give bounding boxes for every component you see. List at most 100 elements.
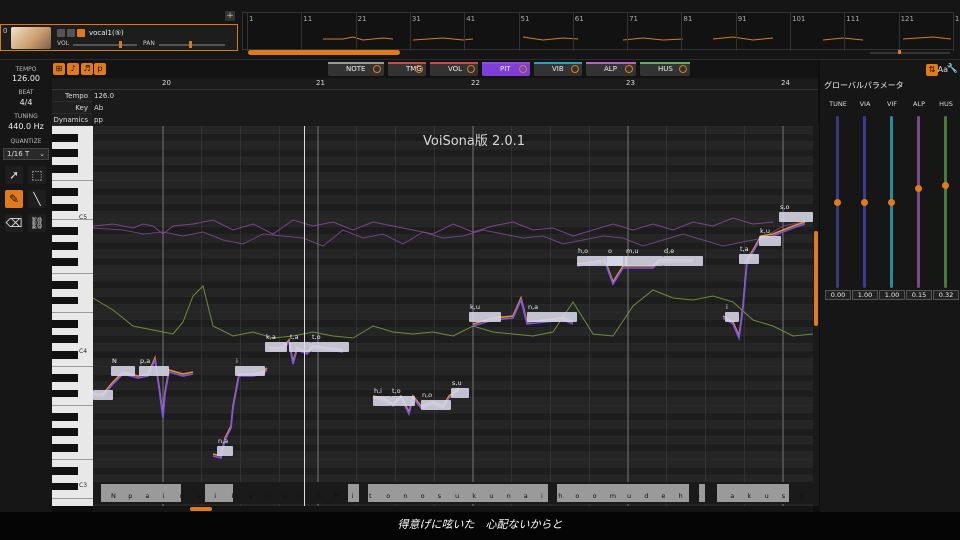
eye-icon[interactable]	[625, 65, 633, 73]
mode-tab-note[interactable]: NOTE	[328, 62, 384, 76]
global-param-value[interactable]: 0.15	[906, 290, 932, 300]
param-row-dynamics-value[interactable]: pp	[94, 114, 103, 126]
mode-tab-vol[interactable]: VOL	[430, 62, 478, 76]
arrangement-overview[interactable]: 111213141516171819110111112113	[242, 12, 960, 51]
volume-slider[interactable]	[73, 44, 137, 46]
black-key[interactable]	[52, 389, 78, 398]
quantize-select[interactable]: 1/16 T ⌄	[3, 148, 49, 160]
black-key[interactable]	[52, 149, 78, 157]
beat-value[interactable]: 4/4	[0, 98, 52, 107]
black-key[interactable]	[52, 296, 78, 305]
pan-knob[interactable]	[189, 41, 192, 48]
black-key[interactable]	[52, 428, 78, 437]
note-block[interactable]	[111, 366, 135, 376]
global-param-value[interactable]: 0.00	[825, 290, 851, 300]
mode-tab-pit[interactable]: PIT	[482, 62, 530, 76]
note-block[interactable]	[469, 312, 501, 322]
global-param-slider[interactable]	[944, 116, 947, 288]
vertical-scrollbar[interactable]	[813, 126, 819, 506]
note-block[interactable]	[451, 388, 469, 398]
black-key[interactable]	[52, 226, 78, 235]
mode-tab-vib[interactable]: VIB	[534, 62, 582, 76]
note-block[interactable]	[725, 312, 739, 322]
black-key[interactable]	[52, 374, 78, 382]
note-block[interactable]	[217, 446, 233, 456]
solo-button[interactable]	[67, 29, 75, 37]
overview-zoom-slider[interactable]	[870, 50, 950, 54]
note-block[interactable]	[527, 312, 577, 322]
global-param-knob[interactable]	[861, 199, 868, 206]
tempo-value[interactable]: 126.00	[0, 74, 52, 83]
note-block[interactable]	[311, 342, 349, 352]
note-block[interactable]	[739, 254, 759, 264]
black-key[interactable]	[52, 412, 78, 421]
eye-icon[interactable]	[467, 65, 475, 73]
piano-keyboard[interactable]: C5 C4 C3	[52, 126, 93, 506]
record-button[interactable]	[77, 29, 85, 37]
eye-icon[interactable]	[571, 65, 579, 73]
global-param-value[interactable]: 1.00	[852, 290, 878, 300]
eraser-tool-icon[interactable]: ⌫	[5, 214, 23, 232]
black-key[interactable]	[52, 350, 78, 359]
black-key[interactable]	[52, 133, 78, 142]
param-row-key-value[interactable]: Ab	[94, 102, 103, 114]
mute-button[interactable]	[57, 29, 65, 37]
note-block[interactable]	[139, 366, 169, 376]
eye-icon[interactable]	[519, 65, 527, 73]
range-select-icon[interactable]: ⬚	[28, 166, 46, 184]
global-param-value[interactable]: 0.32	[933, 290, 959, 300]
mode-tab-tmg[interactable]: TMG	[388, 62, 426, 76]
snap-toggle-icon[interactable]: ⊞	[53, 63, 65, 75]
note-block[interactable]	[235, 366, 265, 376]
bar-ruler[interactable]: 20 21 22 23 24	[52, 78, 818, 90]
global-param-value[interactable]: 1.00	[879, 290, 905, 300]
track-header[interactable]: 0 vocal1(⑤) VOL PAN	[0, 24, 238, 51]
black-key[interactable]	[52, 482, 78, 491]
black-key[interactable]	[52, 203, 78, 212]
note-block[interactable]	[779, 212, 813, 222]
tuning-value[interactable]: 440.0 Hz	[0, 122, 52, 131]
eye-icon[interactable]	[679, 65, 687, 73]
global-param-knob[interactable]	[942, 181, 949, 189]
line-tool-icon[interactable]: ╲	[28, 190, 46, 208]
note-block[interactable]	[625, 256, 663, 266]
black-key[interactable]	[52, 467, 78, 475]
black-key[interactable]	[52, 257, 78, 266]
param-row-tempo-value[interactable]: 126.0	[94, 90, 114, 102]
note-block[interactable]	[289, 342, 311, 352]
vertical-scroll-thumb[interactable]	[814, 231, 818, 326]
volume-knob[interactable]	[119, 41, 122, 48]
global-param-slider[interactable]	[917, 116, 920, 288]
overview-scrollbar[interactable]	[248, 50, 400, 55]
mode-tab-alp[interactable]: ALP	[586, 62, 636, 76]
global-param-knob[interactable]	[834, 199, 841, 206]
eye-icon[interactable]	[373, 65, 381, 73]
add-track-button[interactable]: +	[225, 11, 235, 21]
black-key[interactable]	[52, 188, 78, 196]
black-key[interactable]	[52, 319, 78, 328]
note-block[interactable]	[93, 390, 113, 400]
follow-toggle-icon[interactable]: ♪	[67, 63, 79, 75]
black-key[interactable]	[52, 443, 78, 452]
note-block[interactable]	[265, 342, 287, 352]
global-param-knob[interactable]	[915, 185, 922, 193]
note-block[interactable]	[663, 256, 703, 266]
playhead[interactable]	[304, 126, 305, 506]
note-block[interactable]	[421, 400, 451, 410]
pan-slider[interactable]	[159, 44, 225, 46]
link-tool-icon[interactable]: ⛓	[28, 214, 46, 232]
black-key[interactable]	[52, 164, 78, 173]
select-arrow-icon[interactable]: ➚	[5, 166, 23, 184]
phoneme-toggle-icon[interactable]: p	[94, 63, 106, 75]
pencil-tool-icon[interactable]: ✎	[5, 190, 23, 208]
eye-icon[interactable]	[415, 65, 423, 73]
mode-tab-hus[interactable]: HUS	[640, 62, 690, 76]
global-param-knob[interactable]	[888, 199, 895, 206]
note-block[interactable]	[391, 396, 415, 406]
black-key[interactable]	[52, 335, 78, 344]
note-block[interactable]	[759, 236, 781, 246]
piano-roll-editor[interactable]: VoiSona版 2.0.1 Np,a n,a i k,a t,a t,o h,i t,o n,…	[93, 126, 813, 506]
black-key[interactable]	[52, 281, 78, 289]
pitch-follow-icon[interactable]: ♬	[81, 63, 93, 75]
note-block[interactable]	[373, 396, 391, 406]
